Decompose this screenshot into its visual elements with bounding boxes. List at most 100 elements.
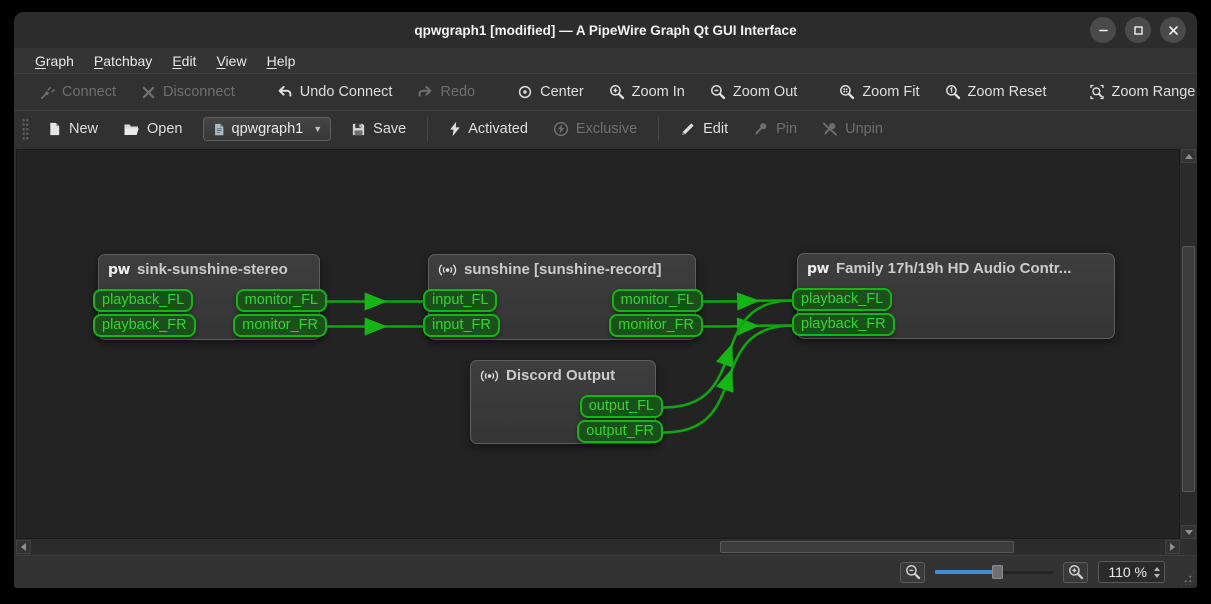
activated-button[interactable]: Activated: [440, 116, 537, 142]
horizontal-scrollbar[interactable]: [16, 540, 1180, 554]
save-button[interactable]: Save: [342, 116, 415, 142]
port-family-playback_FL[interactable]: playback_FL: [792, 288, 892, 311]
zoom-in-button[interactable]: [1063, 562, 1088, 583]
combo-label: qpwgraph1: [232, 121, 304, 137]
redo-icon: [417, 84, 433, 100]
button-label: Zoom Fit: [862, 84, 919, 100]
button-label: Activated: [468, 121, 528, 137]
menu-bar: GraphPatchbayEditViewHelp: [14, 48, 1197, 73]
redo-button[interactable]: Redo: [408, 79, 484, 105]
new-button[interactable]: New: [38, 116, 107, 142]
disconnect-button[interactable]: Disconnect: [132, 79, 244, 105]
node-family[interactable]: pwFamily 17h/19h HD Audio Contr...playba…: [797, 253, 1115, 339]
button-label: Connect: [62, 84, 116, 100]
input-ports: input_FLinput_FR: [423, 289, 500, 337]
button-label: Undo Connect: [300, 84, 393, 100]
zoom-slider-handle[interactable]: [992, 565, 1003, 579]
port-sunshine-monitor_FR[interactable]: monitor_FR: [609, 314, 703, 337]
triangle-up-icon: [1185, 154, 1193, 159]
scroll-up-button[interactable]: [1181, 149, 1196, 163]
patchbay-toolbar: New Open qpwgraph1▼ Save Activated Exclusive E…: [14, 110, 1197, 147]
vertical-scroll-thumb[interactable]: [1182, 246, 1195, 492]
close-button[interactable]: [1160, 17, 1186, 43]
zoom-range-button[interactable]: Zoom Range: [1080, 79, 1198, 105]
zoom-out-button[interactable]: [900, 562, 925, 583]
output-ports: monitor_FLmonitor_FR: [233, 289, 327, 337]
node-title: Discord Output: [506, 367, 615, 384]
pin-button[interactable]: Pin: [744, 116, 806, 142]
button-label: Open: [147, 121, 182, 137]
node-sink[interactable]: pwsink-sunshine-stereoplayback_FLplaybac…: [98, 254, 320, 340]
patchbay-select-combo[interactable]: qpwgraph1▼: [203, 117, 332, 141]
scroll-down-button[interactable]: [1181, 525, 1196, 539]
zoom-reset-button[interactable]: Zoom Reset: [936, 79, 1056, 105]
horizontal-scroll-track[interactable]: [31, 540, 1165, 554]
node-header[interactable]: Discord Output: [471, 361, 655, 384]
port-sink-monitor_FL[interactable]: monitor_FL: [236, 289, 327, 312]
open-button[interactable]: Open: [114, 116, 191, 142]
exclusive-button[interactable]: Exclusive: [544, 116, 646, 142]
port-sink-playback_FR[interactable]: playback_FR: [93, 314, 196, 337]
new-icon: [47, 121, 62, 137]
connect-button[interactable]: Connect: [31, 79, 125, 105]
horizontal-scroll-thumb[interactable]: [720, 541, 1014, 553]
triangle-left-icon: [21, 543, 26, 551]
center-button[interactable]: Center: [508, 79, 593, 105]
scroll-left-button[interactable]: [16, 540, 31, 554]
node-header[interactable]: pw Family 17h/19h HD Audio Contr...: [798, 254, 1114, 277]
node-sunshine[interactable]: sunshine [sunshine-record]input_FLinput_…: [428, 254, 696, 340]
spinbox-arrows[interactable]: [1154, 567, 1160, 578]
port-sunshine-monitor_FL[interactable]: monitor_FL: [612, 289, 703, 312]
zoom-value: 110 %: [1108, 564, 1147, 580]
menu-graph[interactable]: Graph: [26, 51, 83, 71]
vertical-scroll-track[interactable]: [1181, 163, 1196, 525]
menu-patchbay[interactable]: Patchbay: [85, 51, 161, 71]
canvas-region: pwsink-sunshine-stereoplayback_FLplaybac…: [14, 147, 1197, 555]
button-label: Zoom Reset: [968, 84, 1047, 100]
button-label: Redo: [440, 84, 475, 100]
scroll-right-button[interactable]: [1165, 540, 1180, 554]
port-family-playback_FR[interactable]: playback_FR: [792, 313, 895, 336]
disconnect-icon: [141, 85, 156, 100]
port-discord-output_FR[interactable]: output_FR: [577, 420, 663, 443]
port-sunshine-input_FR[interactable]: input_FR: [423, 314, 500, 337]
zoom-spinbox[interactable]: 110 %: [1098, 561, 1165, 583]
maximize-button[interactable]: [1125, 17, 1151, 43]
undo-icon: [277, 84, 293, 100]
spin-down-icon: [1154, 574, 1160, 578]
triangle-down-icon: [1185, 530, 1193, 535]
menu-view[interactable]: View: [207, 51, 255, 71]
window-controls: [1090, 17, 1186, 43]
port-sunshine-input_FL[interactable]: input_FL: [423, 289, 497, 312]
port-sink-monitor_FR[interactable]: monitor_FR: [233, 314, 327, 337]
activated-icon: [449, 121, 461, 137]
node-title: Family 17h/19h HD Audio Contr...: [836, 260, 1071, 277]
port-discord-output_FL[interactable]: output_FL: [580, 395, 663, 418]
zoom-in-button[interactable]: Zoom In: [600, 79, 694, 105]
title-bar[interactable]: qpwgraph1 [modified] — A PipeWire Graph …: [14, 12, 1197, 48]
node-header[interactable]: pwsink-sunshine-stereo: [99, 255, 319, 278]
port-sink-playback_FL[interactable]: playback_FL: [93, 289, 193, 312]
zoom-slider[interactable]: [935, 563, 1053, 581]
menu-edit[interactable]: Edit: [163, 51, 205, 71]
zoom-out-button[interactable]: Zoom Out: [701, 79, 806, 105]
vertical-scrollbar[interactable]: [1181, 149, 1196, 539]
graph-canvas[interactable]: pwsink-sunshine-stereoplayback_FLplaybac…: [16, 149, 1180, 539]
zoom-fit-button[interactable]: Zoom Fit: [830, 79, 928, 105]
exclusive-icon: [553, 121, 569, 137]
zoom-in-icon: [609, 84, 625, 100]
undo-connect-button[interactable]: Undo Connect: [268, 79, 402, 105]
button-label: Disconnect: [163, 84, 235, 100]
node-header[interactable]: sunshine [sunshine-record]: [429, 255, 695, 278]
pipewire-icon: pw: [807, 261, 829, 277]
toolbar-drag-handle[interactable]: [22, 118, 29, 140]
node-discord[interactable]: Discord Outputoutput_FLoutput_FR: [470, 360, 656, 444]
edit-button[interactable]: Edit: [671, 116, 737, 142]
menu-help[interactable]: Help: [258, 51, 305, 71]
unpin-button[interactable]: Unpin: [813, 116, 892, 142]
zoom-out-icon: [905, 564, 921, 580]
minimize-button[interactable]: [1090, 17, 1116, 43]
resize-grip-icon[interactable]: [1179, 570, 1194, 585]
zoom-range-icon: [1089, 84, 1105, 100]
connect-icon: [40, 85, 55, 100]
